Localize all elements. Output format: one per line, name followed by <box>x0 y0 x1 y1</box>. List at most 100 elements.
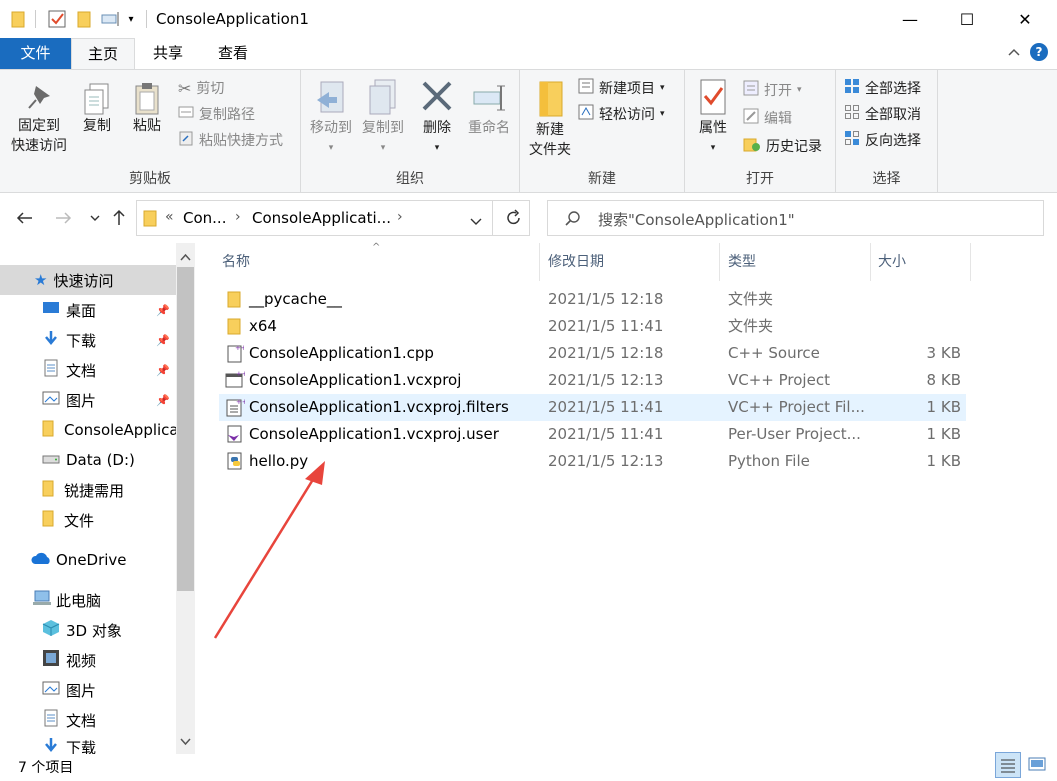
paste-button[interactable]: 粘贴 <box>124 82 170 136</box>
properties-check-icon[interactable] <box>46 9 68 29</box>
copy-to-button[interactable]: 复制到 ▾ <box>357 78 409 158</box>
copy-button[interactable]: 复制 <box>76 82 118 136</box>
nav-item-this-pc[interactable]: 此电脑 <box>0 585 176 615</box>
nav-scrollbar[interactable] <box>176 243 195 754</box>
nav-item-pictures[interactable]: 图片 📌 <box>0 385 176 415</box>
nav-item-documents[interactable]: 文档 📌 <box>0 355 176 385</box>
cut-button[interactable]: ✂ 剪切 <box>178 78 224 98</box>
tab-share[interactable]: 共享 <box>138 38 198 70</box>
minimize-button[interactable]: — <box>880 0 940 38</box>
nav-item-pictures[interactable]: 图片 <box>0 675 176 705</box>
history-icon <box>743 136 761 156</box>
breadcrumb-item[interactable]: Con... <box>183 209 226 227</box>
new-folder-button[interactable]: 新建 文件夹 <box>524 78 576 160</box>
folder-icon <box>227 290 241 312</box>
nav-item-label: 图片 <box>66 681 97 700</box>
help-icon[interactable]: ? <box>1030 43 1048 61</box>
easy-access-button[interactable]: 轻松访问 ▾ <box>578 104 665 124</box>
copy-to-label: 复制到 <box>362 120 404 136</box>
file-row[interactable]: __pycache__ 2021/1/5 12:18 文件夹 <box>219 286 966 313</box>
scrollbar-thumb[interactable] <box>177 267 194 591</box>
tab-view[interactable]: 查看 <box>203 38 263 70</box>
back-button[interactable] <box>14 207 36 229</box>
nav-item-downloads[interactable]: 下载 <box>0 737 176 754</box>
nav-item-onedrive[interactable]: OneDrive <box>0 545 176 575</box>
select-all-icon <box>844 78 860 98</box>
paste-shortcut-button[interactable]: 粘贴快捷方式 <box>178 130 283 150</box>
nav-item-folder[interactable]: 文件 <box>0 505 176 535</box>
chevron-down-icon[interactable] <box>180 734 191 750</box>
folder-icon <box>42 479 54 501</box>
breadcrumb-item[interactable]: ConsoleApplicati... <box>252 209 391 227</box>
download-icon <box>42 330 60 350</box>
nav-item-data-drive[interactable]: Data (D:) <box>0 445 176 475</box>
nav-item-consoleapplication[interactable]: ConsoleApplica <box>0 415 176 445</box>
copy-path-button[interactable]: 复制路径 <box>178 104 255 124</box>
pin-icon[interactable]: 📌 <box>156 304 170 317</box>
tab-file[interactable]: 文件 <box>0 38 71 70</box>
large-icons-view-icon[interactable] <box>1025 752 1051 778</box>
history-button[interactable]: 历史记录 <box>743 136 822 156</box>
up-button[interactable] <box>108 207 130 229</box>
nav-item-videos[interactable]: 视频 <box>0 645 176 675</box>
pin-to-quick-access-button[interactable]: 固定到 快速访问 <box>6 82 72 156</box>
column-header-type[interactable]: 类型 <box>726 243 871 281</box>
forward-button[interactable] <box>52 207 74 229</box>
new-item-button[interactable]: 新建项目 ▾ <box>578 78 665 98</box>
nav-item-label: 快速访问 <box>53 271 114 290</box>
edit-button[interactable]: 编辑 <box>743 108 792 128</box>
column-header-name[interactable]: 名称 <box>220 243 540 281</box>
chevron-right-icon[interactable]: › <box>235 209 241 225</box>
nav-item-label: 此电脑 <box>56 591 102 610</box>
invert-selection-button[interactable]: 反向选择 <box>844 130 921 150</box>
delete-button[interactable]: 删除 ▾ <box>415 78 459 158</box>
nav-item-3d-objects[interactable]: 3D 对象 <box>0 615 176 645</box>
rename-button[interactable]: 重命名 <box>463 78 515 138</box>
chevron-down-icon[interactable]: ▾ <box>124 9 138 29</box>
chevron-up-icon[interactable] <box>180 249 191 265</box>
copy-icon <box>84 83 109 115</box>
tab-home[interactable]: 主页 <box>71 38 135 70</box>
file-row[interactable]: ++ ConsoleApplication1.cpp 2021/1/5 12:1… <box>219 340 966 367</box>
open-button[interactable]: 打开 ▾ <box>743 80 802 100</box>
nav-item-label: 桌面 <box>66 301 97 320</box>
nav-item-downloads[interactable]: 下载 📌 <box>0 325 176 355</box>
select-none-button[interactable]: 全部取消 <box>844 104 921 124</box>
search-box[interactable]: 搜索"ConsoleApplication1" <box>547 200 1044 236</box>
pin-icon[interactable]: 📌 <box>156 394 170 407</box>
folder-icon <box>227 317 241 339</box>
nav-item-folder[interactable]: 锐捷需用 <box>0 475 176 505</box>
column-header-size[interactable]: 大小 <box>876 243 971 281</box>
collapse-ribbon-icon[interactable] <box>1007 45 1021 63</box>
column-header-date[interactable]: 修改日期 <box>546 243 720 281</box>
nav-item-documents[interactable]: 文档 <box>0 705 176 735</box>
pin-icon[interactable]: 📌 <box>156 364 170 377</box>
filters-file-icon: ++ <box>225 397 248 421</box>
file-row[interactable]: ++ ConsoleApplication1.vcxproj.filters 2… <box>219 394 966 421</box>
close-button[interactable]: ✕ <box>995 0 1055 38</box>
chevron-right-icon[interactable]: › <box>397 209 403 225</box>
new-folder-icon[interactable] <box>74 9 94 29</box>
nav-item-label: 图片 <box>66 391 97 410</box>
move-to-button[interactable]: 移动到 ▾ <box>305 78 357 158</box>
address-bar[interactable]: « Con... › ConsoleApplicati... › <box>136 200 530 236</box>
select-all-button[interactable]: 全部选择 <box>844 78 921 98</box>
file-row[interactable]: x64 2021/1/5 11:41 文件夹 <box>219 313 966 340</box>
easy-access-icon <box>578 104 594 124</box>
breadcrumb-overflow[interactable]: « <box>165 209 174 225</box>
properties-button[interactable]: 属性 ▾ <box>689 78 737 158</box>
nav-item-desktop[interactable]: 桌面 📌 <box>0 295 176 325</box>
rename-icon[interactable] <box>100 9 122 29</box>
rename-icon <box>473 85 505 111</box>
chevron-down-icon[interactable] <box>469 215 483 231</box>
drive-icon <box>42 451 60 469</box>
pin-icon[interactable]: 📌 <box>156 334 170 347</box>
refresh-icon[interactable] <box>506 209 522 231</box>
details-view-icon[interactable] <box>995 752 1021 778</box>
file-row[interactable]: ConsoleApplication1.vcxproj.user 2021/1/… <box>219 421 966 448</box>
picture-icon <box>42 680 60 700</box>
maximize-button[interactable]: ☐ <box>937 0 997 38</box>
file-row[interactable]: ++ ConsoleApplication1.vcxproj 2021/1/5 … <box>219 367 966 394</box>
nav-item-quick-access[interactable]: ★ 快速访问 <box>0 265 176 295</box>
recent-locations-button[interactable] <box>84 207 106 229</box>
